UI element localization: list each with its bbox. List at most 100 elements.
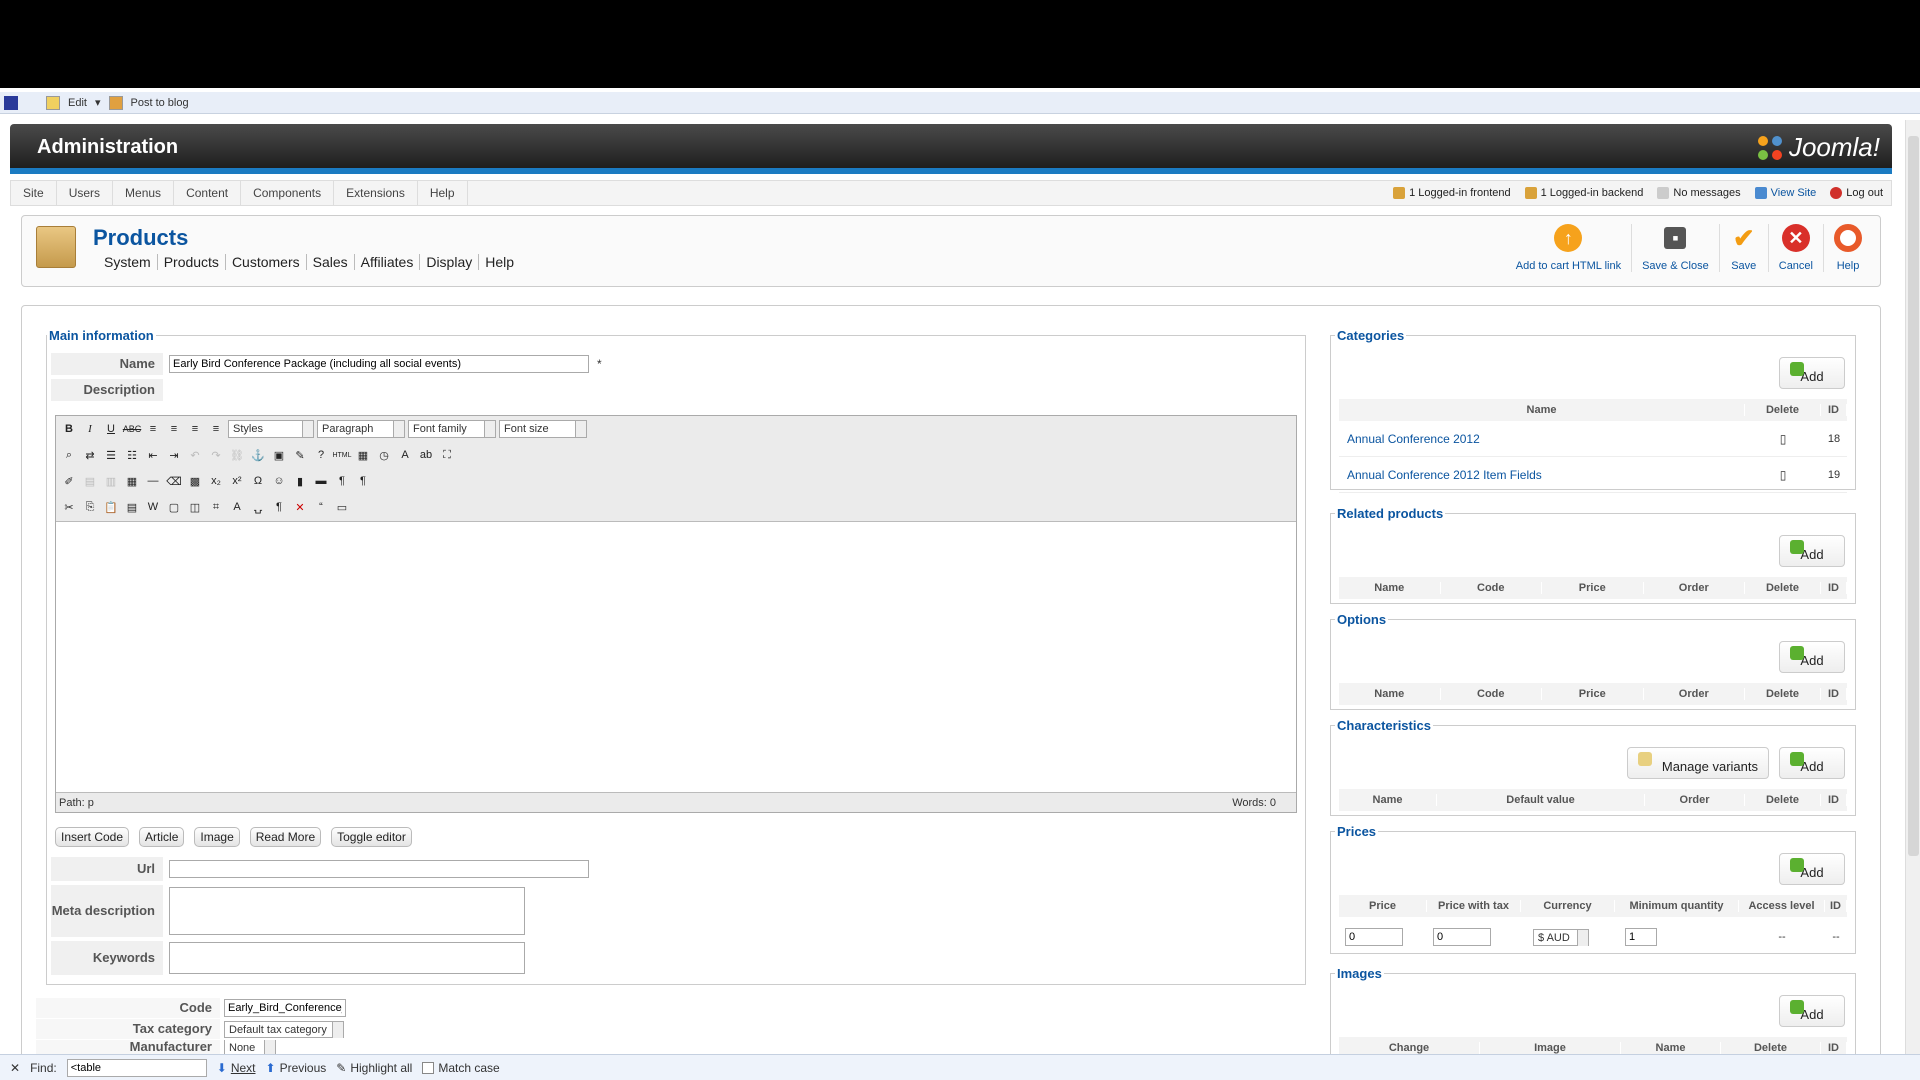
align-right-icon[interactable]: ≡	[186, 420, 204, 438]
messages-status[interactable]: No messages	[1657, 187, 1741, 199]
italic-icon[interactable]: I	[81, 420, 99, 438]
dropdown-arrow-icon[interactable]: ▾	[95, 96, 101, 109]
add-image-button[interactable]: Add	[1779, 995, 1845, 1027]
post-to-blog-link[interactable]: Post to blog	[131, 97, 189, 109]
submenu-affiliates[interactable]: Affiliates	[355, 254, 421, 270]
edit-css-icon[interactable]: ✐	[60, 472, 78, 490]
image-button[interactable]: Image	[194, 827, 240, 847]
row-props-icon[interactable]: ▤	[81, 472, 99, 490]
paragraph-select[interactable]: Paragraph	[317, 420, 405, 438]
view-site-link[interactable]: View Site	[1754, 187, 1816, 199]
find-next-button[interactable]: ⬇ Next	[217, 1061, 256, 1075]
toggle-editor-button[interactable]: Toggle editor	[331, 827, 412, 847]
table-icon[interactable]: ▦	[123, 472, 141, 490]
ltr-icon[interactable]: ¶	[333, 472, 351, 490]
media-icon[interactable]: ▮	[291, 472, 309, 490]
styles-select[interactable]: Styles	[228, 420, 314, 438]
bold-icon[interactable]: B	[60, 420, 78, 438]
anchor-icon[interactable]: ⚓	[249, 446, 267, 464]
font-size-select[interactable]: Font size	[499, 420, 587, 438]
keywords-textarea[interactable]	[169, 942, 525, 974]
cancel-button[interactable]: ✕ Cancel	[1769, 224, 1824, 272]
delete-icon[interactable]: ▯	[1745, 468, 1821, 482]
submenu-display[interactable]: Display	[420, 254, 480, 270]
submenu-products[interactable]: Products	[158, 254, 226, 270]
find-input[interactable]	[66, 1058, 207, 1077]
paste-text-icon[interactable]: ▤	[123, 498, 141, 516]
fullscreen-icon[interactable]: ⛶	[438, 446, 456, 464]
help-button[interactable]: Help	[1824, 224, 1872, 272]
abbr-icon[interactable]: ✕	[291, 498, 309, 516]
code-input[interactable]	[224, 999, 346, 1017]
horizontal-rule-icon[interactable]: —	[144, 472, 162, 490]
help-circle-icon[interactable]: ?	[312, 446, 330, 464]
align-justify-icon[interactable]: ≡	[207, 420, 225, 438]
html-icon[interactable]: HTML	[332, 446, 351, 464]
redo-icon[interactable]: ↷	[207, 446, 225, 464]
find-icon[interactable]: ⌕	[60, 446, 78, 464]
template-icon[interactable]: ▭	[333, 498, 351, 516]
add-related-product-button[interactable]: Add	[1779, 535, 1845, 567]
image-insert-icon[interactable]: ▣	[270, 446, 288, 464]
menu-users[interactable]: Users	[57, 181, 114, 205]
menu-menus[interactable]: Menus	[113, 181, 175, 205]
submenu-customers[interactable]: Customers	[226, 254, 307, 270]
currency-select[interactable]: $ AUD	[1533, 928, 1589, 946]
underline-icon[interactable]: U	[102, 420, 120, 438]
tax-category-select[interactable]: Default tax category	[224, 1020, 344, 1038]
delete-icon[interactable]: ▯	[1745, 432, 1821, 446]
cut-icon[interactable]: ✂	[60, 498, 78, 516]
add-characteristic-button[interactable]: Add	[1779, 747, 1845, 779]
name-input[interactable]	[169, 355, 589, 373]
logout-link[interactable]: Log out	[1830, 187, 1883, 199]
outdent-icon[interactable]: ⇤	[144, 446, 162, 464]
submenu-sales[interactable]: Sales	[307, 254, 355, 270]
save-button[interactable]: ✔ Save	[1720, 223, 1769, 272]
add-price-button[interactable]: Add	[1779, 853, 1845, 885]
highlight-color-icon[interactable]: ab	[417, 446, 435, 464]
add-option-button[interactable]: Add	[1779, 641, 1845, 673]
save-close-button[interactable]: ▪ Save & Close	[1632, 224, 1720, 272]
paste-icon[interactable]: 📋	[102, 498, 120, 516]
align-center-icon[interactable]: ≡	[165, 420, 183, 438]
category-link[interactable]: Annual Conference 2012	[1339, 432, 1745, 446]
copy-icon[interactable]: ⎘	[81, 498, 99, 516]
url-input[interactable]	[169, 860, 589, 878]
minimum-quantity-input[interactable]	[1625, 928, 1657, 946]
remove-format-icon[interactable]: ⌫	[165, 472, 183, 490]
add-to-cart-html-button[interactable]: ↑ Add to cart HTML link	[1506, 224, 1633, 272]
styleprops-icon[interactable]: A	[228, 498, 246, 516]
numbered-list-icon[interactable]: ☷	[123, 446, 141, 464]
align-left-icon[interactable]: ≡	[144, 420, 162, 438]
category-link[interactable]: Annual Conference 2012 Item Fields	[1339, 468, 1745, 482]
match-case-checkbox[interactable]: Match case	[422, 1061, 500, 1075]
link-icon[interactable]: ⛓	[228, 446, 246, 464]
emoticon-icon[interactable]: ☺	[270, 472, 288, 490]
price-input[interactable]	[1345, 928, 1403, 946]
text-color-icon[interactable]: A	[396, 446, 414, 464]
rtl-icon[interactable]: ¶	[354, 472, 372, 490]
superscript-icon[interactable]: x²	[228, 472, 246, 490]
visual-aid-icon[interactable]: ▩	[186, 472, 204, 490]
scrollbar-thumb[interactable]	[1908, 136, 1919, 856]
add-category-button[interactable]: Add	[1779, 357, 1845, 389]
article-button[interactable]: Article	[139, 827, 185, 847]
date-icon[interactable]: ▦	[354, 446, 372, 464]
checkbox-box[interactable]	[422, 1061, 435, 1074]
hr-icon[interactable]: ▬	[312, 472, 330, 490]
find-previous-button[interactable]: ⬆ Previous	[266, 1061, 327, 1075]
non-breaking-icon[interactable]: ⍽	[249, 498, 267, 516]
submenu-help[interactable]: Help	[479, 254, 520, 270]
bullet-list-icon[interactable]: ☰	[102, 446, 120, 464]
edit-link[interactable]: Edit	[68, 97, 87, 109]
indent-icon[interactable]: ⇥	[165, 446, 183, 464]
manage-variants-button[interactable]: Manage variants	[1627, 747, 1769, 779]
cleanup-icon[interactable]: ✎	[291, 446, 309, 464]
submenu-system[interactable]: System	[98, 254, 158, 270]
crop-icon[interactable]: ⌗	[207, 498, 225, 516]
select-all-icon[interactable]: ▢	[165, 498, 183, 516]
price-with-tax-input[interactable]	[1433, 928, 1491, 946]
menu-site[interactable]: Site	[11, 181, 57, 205]
read-more-button[interactable]: Read More	[249, 827, 322, 847]
close-icon[interactable]: ✕	[10, 1061, 20, 1075]
